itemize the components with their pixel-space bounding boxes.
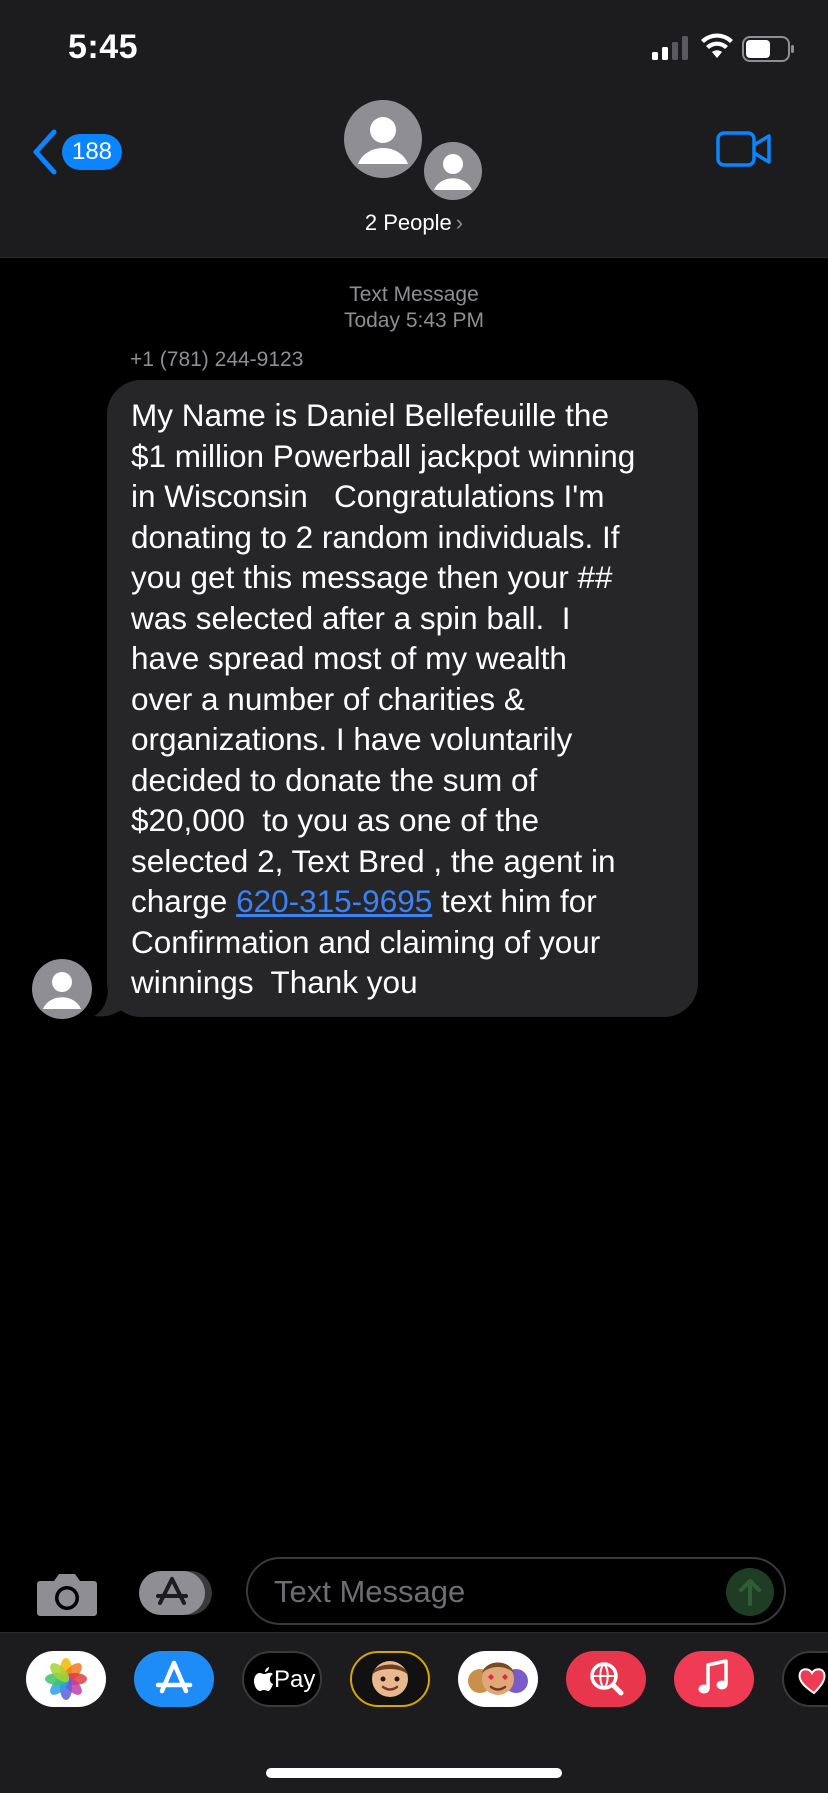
sender-number: +1 (781) 244-9123 xyxy=(130,348,304,371)
memoji-app-button[interactable] xyxy=(350,1651,430,1707)
message-line: donating to 2 random individuals. If xyxy=(131,518,620,555)
phone-number-link[interactable]: 620-315-9695 xyxy=(236,883,432,919)
text-message-input[interactable] xyxy=(272,1571,706,1613)
message-line: was selected after a spin ball. I xyxy=(131,599,571,636)
photos-app-button[interactable] xyxy=(26,1651,106,1707)
send-button[interactable] xyxy=(726,1568,774,1616)
message-line: in Wisconsin Congratulations I'm xyxy=(131,478,605,514)
conversation-header: 188 2 People › xyxy=(0,100,828,258)
service-label: Text Message xyxy=(349,283,479,306)
message-line: My Name is Daniel Bellefeuille the xyxy=(131,397,609,433)
music-icon xyxy=(698,1659,728,1694)
imessage-app-drawer: Pay xyxy=(0,1632,828,1793)
sender-avatar-icon[interactable] xyxy=(32,959,92,1019)
wifi-icon xyxy=(701,33,733,58)
status-time: 5:45 xyxy=(68,28,139,66)
music-app-button[interactable] xyxy=(674,1651,754,1707)
camera-icon[interactable] xyxy=(36,1571,98,1617)
message-composer xyxy=(0,1545,828,1635)
digital-touch-icon xyxy=(798,1668,826,1695)
apple-pay-app-button[interactable]: Pay xyxy=(242,1651,322,1707)
cellular-signal-icon xyxy=(652,36,688,60)
web-search-app-button[interactable] xyxy=(566,1651,646,1707)
message-timestamp: Text Message Today 5:43 PM xyxy=(0,282,828,334)
time-label: 5:43 PM xyxy=(405,309,485,332)
memoji-icon xyxy=(372,1661,408,1697)
battery-icon xyxy=(742,36,794,62)
photos-icon xyxy=(45,1658,87,1700)
app-store-icon xyxy=(155,1660,193,1694)
home-indicator[interactable] xyxy=(266,1768,562,1778)
message-line: organizations. I have voluntarily xyxy=(131,721,573,757)
message-line: decided to donate the sum of xyxy=(131,761,538,798)
message-line: $20,000 to you as one of the xyxy=(131,802,540,838)
contact-avatar-icon[interactable] xyxy=(344,100,422,178)
message-line: have spread most of my wealth xyxy=(131,640,567,676)
message-line: Confirmation and claiming of your xyxy=(131,923,601,960)
apple-pay-label: Pay xyxy=(274,1666,316,1693)
group-details-button[interactable]: 2 People › xyxy=(0,210,828,236)
web-search-icon xyxy=(590,1662,624,1696)
status-bar: 5:45 xyxy=(0,0,828,100)
animoji-stickers-icon xyxy=(468,1662,528,1695)
message-text: text him for xyxy=(432,883,597,919)
facetime-video-icon[interactable] xyxy=(716,130,772,168)
arrow-up-icon xyxy=(739,1579,761,1606)
message-line: $1 million Powerball jackpot winning xyxy=(131,437,636,474)
message-line: charge 620-315-9695 text him for xyxy=(131,881,676,922)
group-name: 2 People xyxy=(364,210,452,235)
message-line: winnings Thank you xyxy=(131,964,418,1000)
contact-avatar-icon[interactable] xyxy=(422,140,484,202)
day-label: Today xyxy=(343,309,400,332)
message-line: over a number of charities & xyxy=(131,680,525,717)
message-text: charge xyxy=(131,883,237,919)
message-bubble[interactable]: My Name is Daniel Bellefeuille the $1 mi… xyxy=(107,380,698,1017)
chevron-right-icon: › xyxy=(455,210,464,235)
message-line: selected 2, Text Bred , the agent in xyxy=(131,842,616,879)
bubble-tail xyxy=(94,988,126,1017)
app-store-app-button[interactable] xyxy=(134,1651,214,1707)
stickers-app-button[interactable] xyxy=(458,1651,538,1707)
message-line: you get this message then your ## xyxy=(131,559,613,595)
text-message-field[interactable] xyxy=(246,1557,786,1625)
app-store-drawer-icon[interactable] xyxy=(138,1570,214,1616)
back-chevron-icon[interactable] xyxy=(30,128,60,176)
digital-touch-app-button[interactable] xyxy=(782,1651,828,1707)
unread-count-badge[interactable]: 188 xyxy=(62,134,122,170)
